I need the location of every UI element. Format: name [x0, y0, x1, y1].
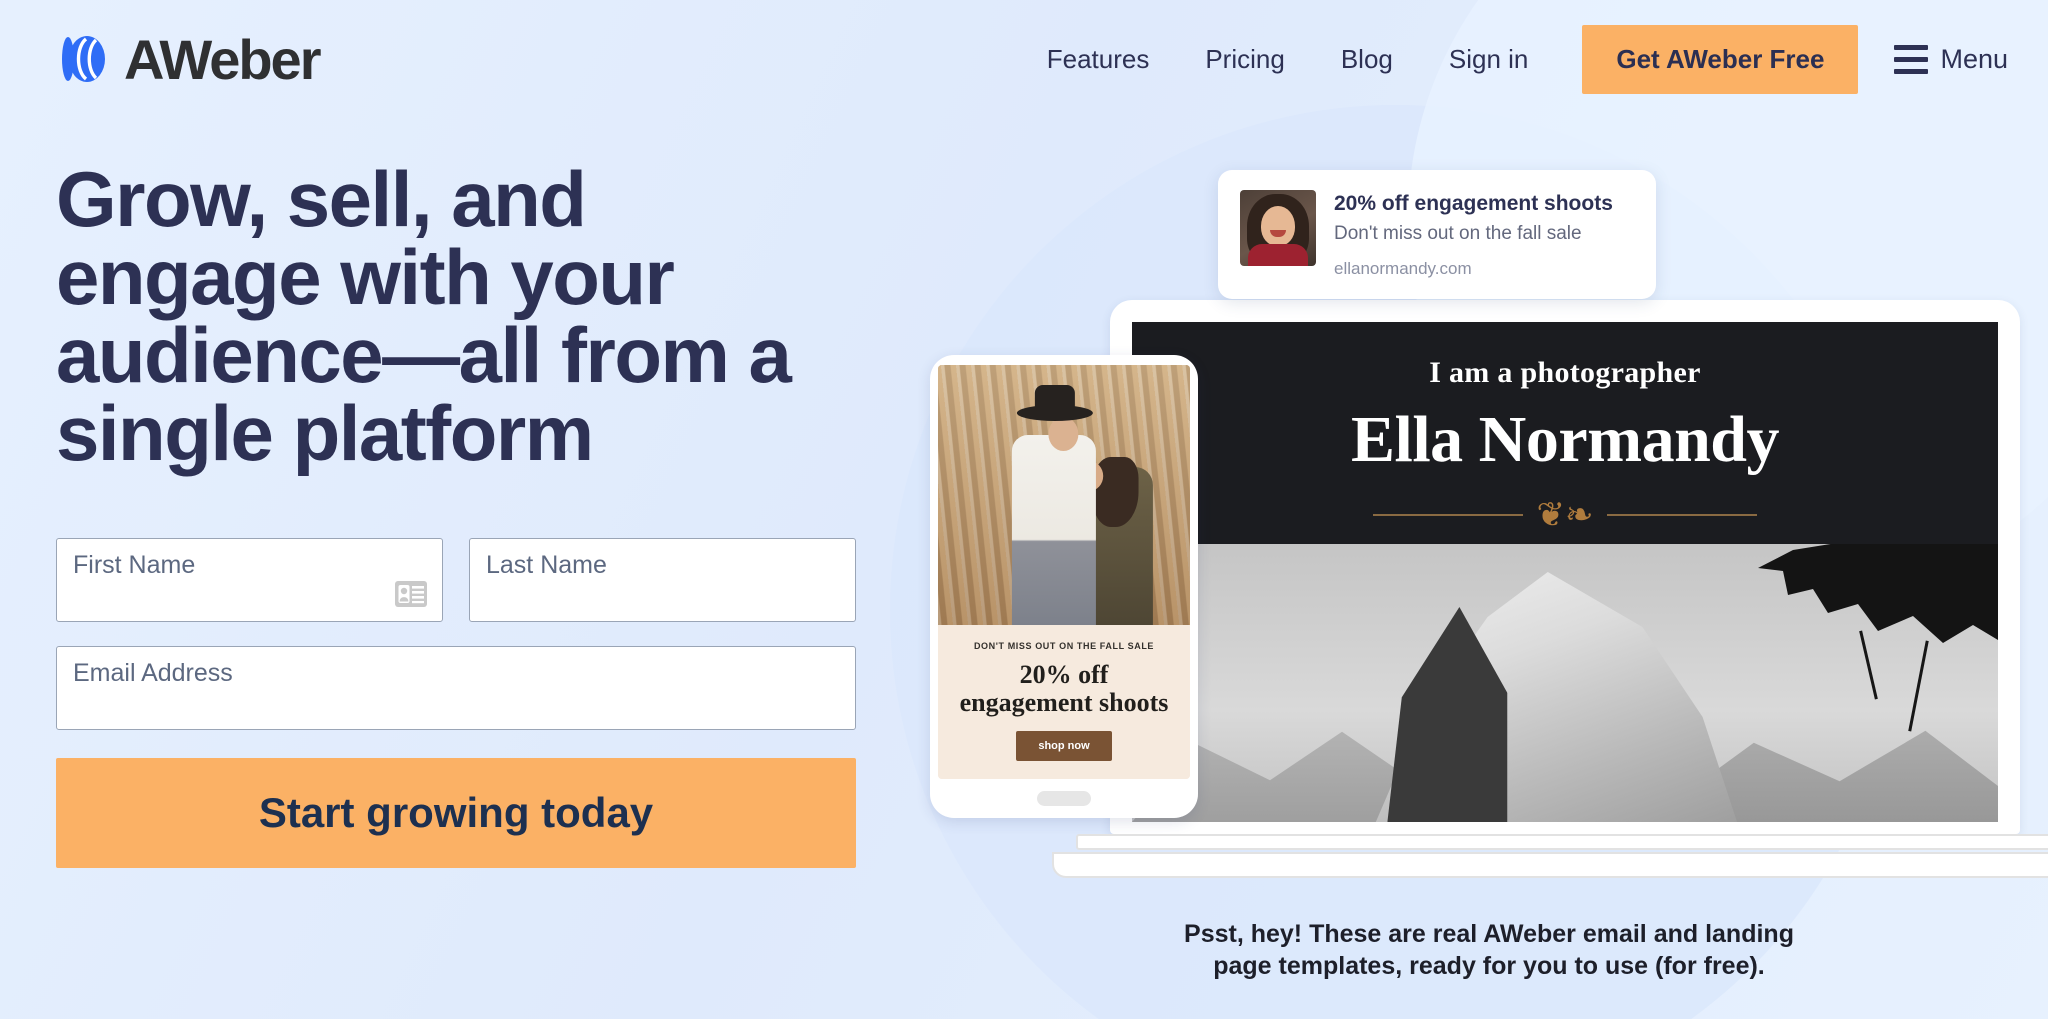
- landing-page: AWeber Features Pricing Blog Sign in Get…: [0, 0, 2048, 1019]
- phone-screen: DON'T MISS OUT ON THE FALL SALE 20% off …: [938, 365, 1190, 780]
- notification-card: 20% off engagement shoots Don't miss out…: [1218, 170, 1656, 299]
- nav-link-sign-in[interactable]: Sign in: [1421, 44, 1557, 75]
- aweber-logo-text: AWeber: [124, 27, 321, 91]
- notification-text: 20% off engagement shoots Don't miss out…: [1334, 190, 1613, 279]
- caption-line-1: Psst, hey! These are real AWeber email a…: [1184, 920, 1794, 948]
- couple-cornfield-photo: [938, 365, 1190, 625]
- nav-link-features[interactable]: Features: [1019, 44, 1178, 75]
- hero-left-column: Grow, sell, and engage with your audienc…: [56, 160, 856, 868]
- nav-link-pricing[interactable]: Pricing: [1177, 44, 1312, 75]
- main-navigation: Features Pricing Blog Sign in Get AWeber…: [1019, 24, 2008, 94]
- home-button[interactable]: [1037, 791, 1091, 807]
- email-headline-line2: engagement shoots: [959, 688, 1169, 718]
- hamburger-icon: [1894, 44, 1929, 74]
- caption-line-2: page templates, ready for you to use (fo…: [1213, 952, 1765, 980]
- mountain-photo: [1132, 544, 1998, 822]
- laptop-lid: I am a photographer Ella Normandy ❦❧: [1110, 300, 2020, 834]
- artwork-caption: Psst, hey! These are real AWeber email a…: [930, 918, 2048, 982]
- name-fields-row: First Name Last Name: [56, 538, 856, 622]
- phone-mockup: DON'T MISS OUT ON THE FALL SALE 20% off …: [930, 355, 1198, 819]
- template-name: Ella Normandy: [1350, 403, 1780, 476]
- contact-card-icon[interactable]: [394, 580, 428, 608]
- avatar-photo: [1240, 190, 1316, 266]
- laptop-screen: I am a photographer Ella Normandy ❦❧: [1132, 322, 1998, 822]
- landing-page-template-header: I am a photographer Ella Normandy ❦❧: [1132, 322, 1998, 544]
- email-field[interactable]: Email Address: [56, 646, 856, 730]
- laptop-mockup: I am a photographer Ella Normandy ❦❧: [1052, 300, 2048, 884]
- nav-link-blog[interactable]: Blog: [1313, 44, 1421, 75]
- notification-url: ellanormandy.com: [1334, 259, 1472, 278]
- hero-artwork: I am a photographer Ella Normandy ❦❧ DON…: [930, 0, 2048, 1019]
- first-name-input[interactable]: [57, 539, 442, 621]
- email-template-body: DON'T MISS OUT ON THE FALL SALE 20% off …: [938, 625, 1190, 780]
- notification-title: 20% off engagement shoots: [1334, 192, 1613, 215]
- shop-now-button[interactable]: shop now: [1016, 731, 1112, 762]
- last-name-input[interactable]: [470, 539, 855, 621]
- email-input[interactable]: [57, 647, 855, 729]
- last-name-field[interactable]: Last Name: [469, 538, 856, 622]
- email-kicker: DON'T MISS OUT ON THE FALL SALE: [973, 641, 1155, 651]
- ornamental-flourish-icon: ❦❧: [1132, 498, 1998, 532]
- signup-form: First Name Last Name Email Address Start…: [56, 538, 856, 868]
- template-kicker: I am a photographer: [1429, 356, 1701, 389]
- first-name-field[interactable]: First Name: [56, 538, 443, 622]
- menu-button[interactable]: Menu: [1894, 44, 2008, 75]
- laptop-base: [1052, 834, 2048, 884]
- aweber-logo-icon: [56, 27, 120, 91]
- notification-subtitle: Don't miss out on the fall sale: [1334, 223, 1582, 244]
- start-growing-today-button[interactable]: Start growing today: [56, 758, 856, 868]
- site-header: AWeber Features Pricing Blog Sign in Get…: [0, 0, 2048, 118]
- aweber-logo[interactable]: AWeber: [56, 27, 321, 92]
- get-aweber-free-button[interactable]: Get AWeber Free: [1582, 24, 1859, 94]
- menu-button-label: Menu: [1940, 43, 2008, 74]
- page-title: Grow, sell, and engage with your audienc…: [56, 155, 792, 477]
- email-headline-line1: 20% off: [1019, 660, 1109, 689]
